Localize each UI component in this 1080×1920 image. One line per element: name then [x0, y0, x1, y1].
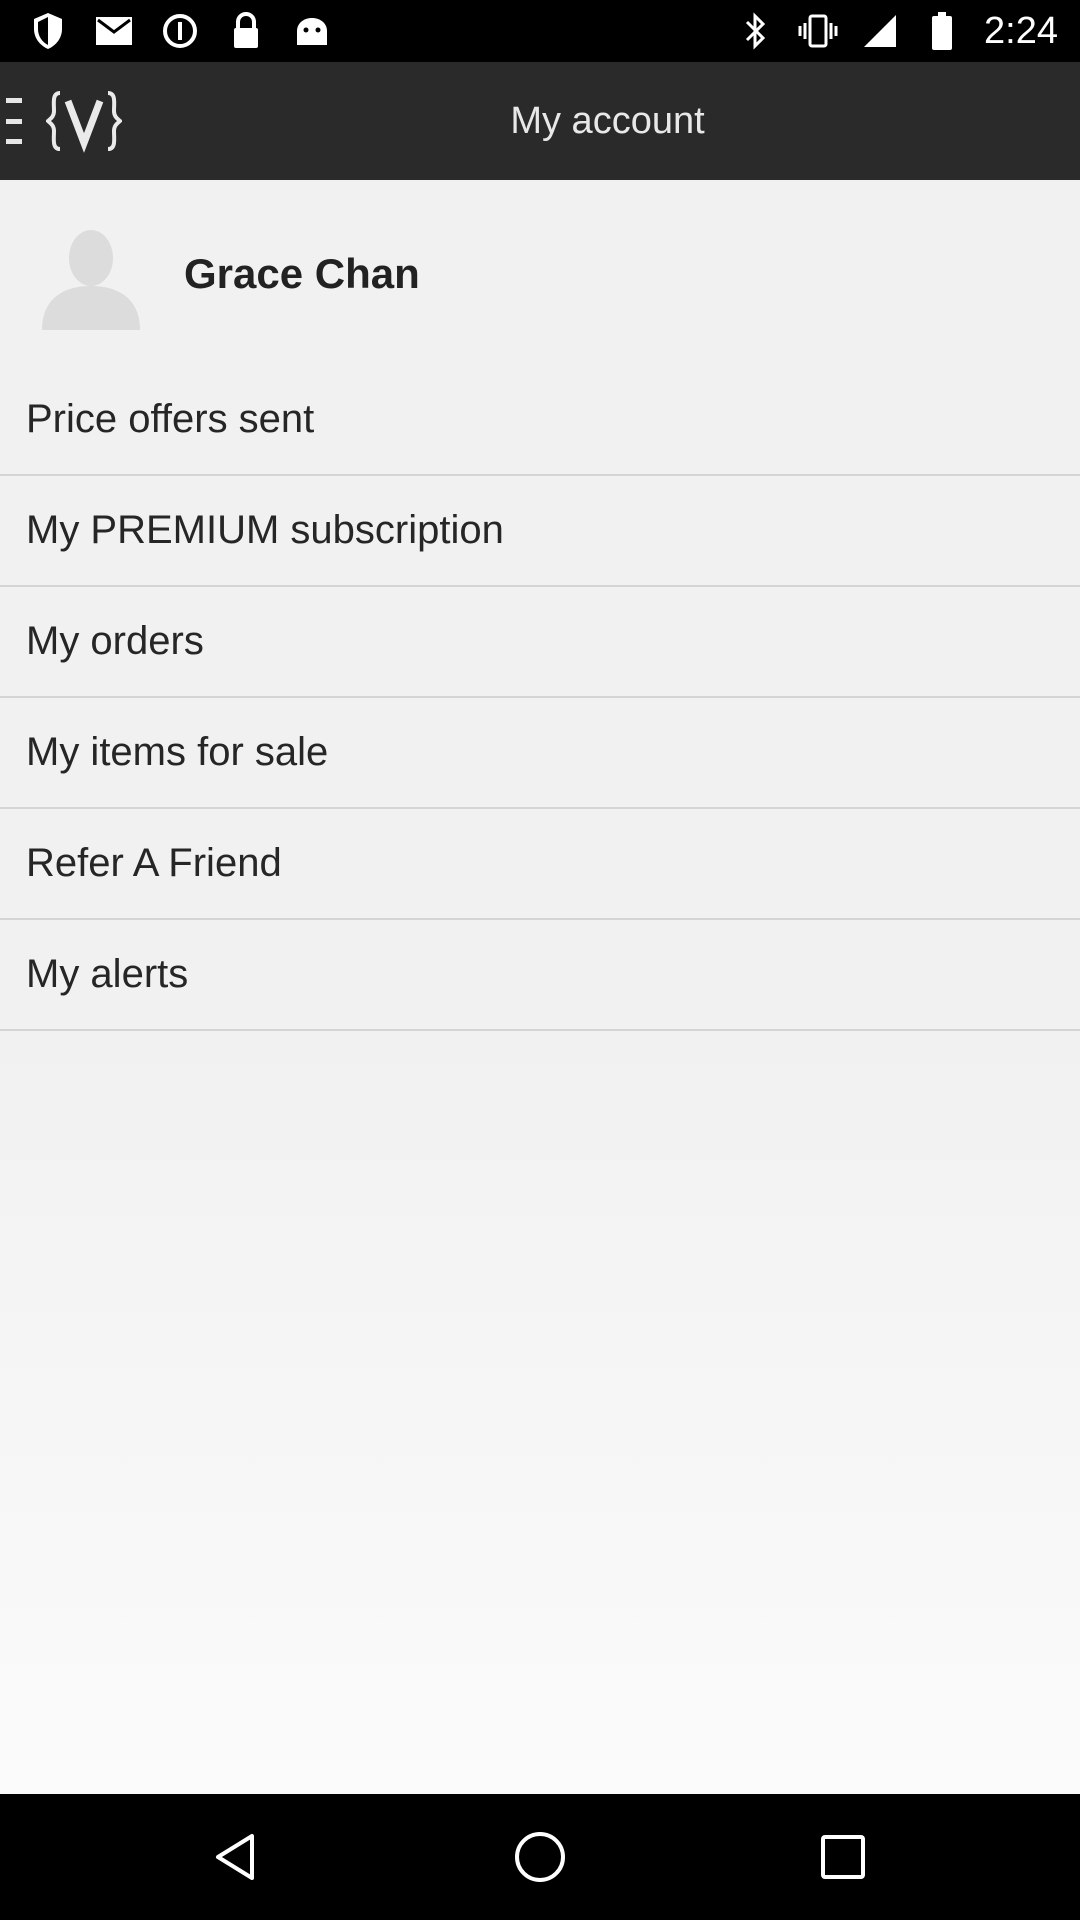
- menu-item-my-orders[interactable]: My orders: [0, 587, 1080, 698]
- menu-item-price-offers-sent[interactable]: Price offers sent: [0, 365, 1080, 476]
- app-logo[interactable]: [46, 86, 122, 156]
- mail-icon: [94, 11, 134, 51]
- menu-item-items-for-sale[interactable]: My items for sale: [0, 698, 1080, 809]
- profile-header[interactable]: Grace Chan: [0, 180, 1080, 367]
- page-title: My account: [510, 99, 705, 142]
- hamburger-icon: [6, 98, 22, 103]
- account-content: Grace Chan Price offers sent My PREMIUM …: [0, 180, 1080, 1794]
- bluetooth-icon: [736, 11, 776, 51]
- status-left-icons: [28, 10, 332, 52]
- android-icon: [292, 11, 332, 51]
- account-menu-list: Price offers sent My PREMIUM subscriptio…: [0, 365, 1080, 1031]
- app-bar: My account: [0, 62, 1080, 180]
- user-name: Grace Chan: [184, 250, 420, 297]
- battery-icon: [922, 11, 962, 51]
- navigation-bar: [0, 1794, 1080, 1920]
- status-right-icons: 2:24: [736, 10, 1058, 52]
- lock-icon: [226, 11, 266, 51]
- signal-icon: [860, 11, 900, 51]
- status-bar: 2:24: [0, 0, 1080, 62]
- menu-item-premium-subscription[interactable]: My PREMIUM subscription: [0, 476, 1080, 587]
- back-button[interactable]: [207, 1827, 267, 1887]
- status-time: 2:24: [984, 9, 1058, 52]
- recents-icon: [821, 1835, 865, 1879]
- menu-item-my-alerts[interactable]: My alerts: [0, 920, 1080, 1031]
- vibrate-icon: [798, 11, 838, 51]
- home-icon: [515, 1832, 565, 1882]
- avatar: [38, 220, 144, 330]
- menu-item-refer-a-friend[interactable]: Refer A Friend: [0, 809, 1080, 920]
- user-icon: [42, 230, 140, 330]
- back-icon: [216, 1834, 254, 1880]
- menu-button[interactable]: [6, 98, 28, 144]
- recents-button[interactable]: [813, 1827, 873, 1887]
- home-button[interactable]: [510, 1827, 570, 1887]
- shield-icon: [28, 11, 68, 51]
- data-saver-icon: [160, 11, 200, 51]
- logo-icon: [46, 91, 122, 153]
